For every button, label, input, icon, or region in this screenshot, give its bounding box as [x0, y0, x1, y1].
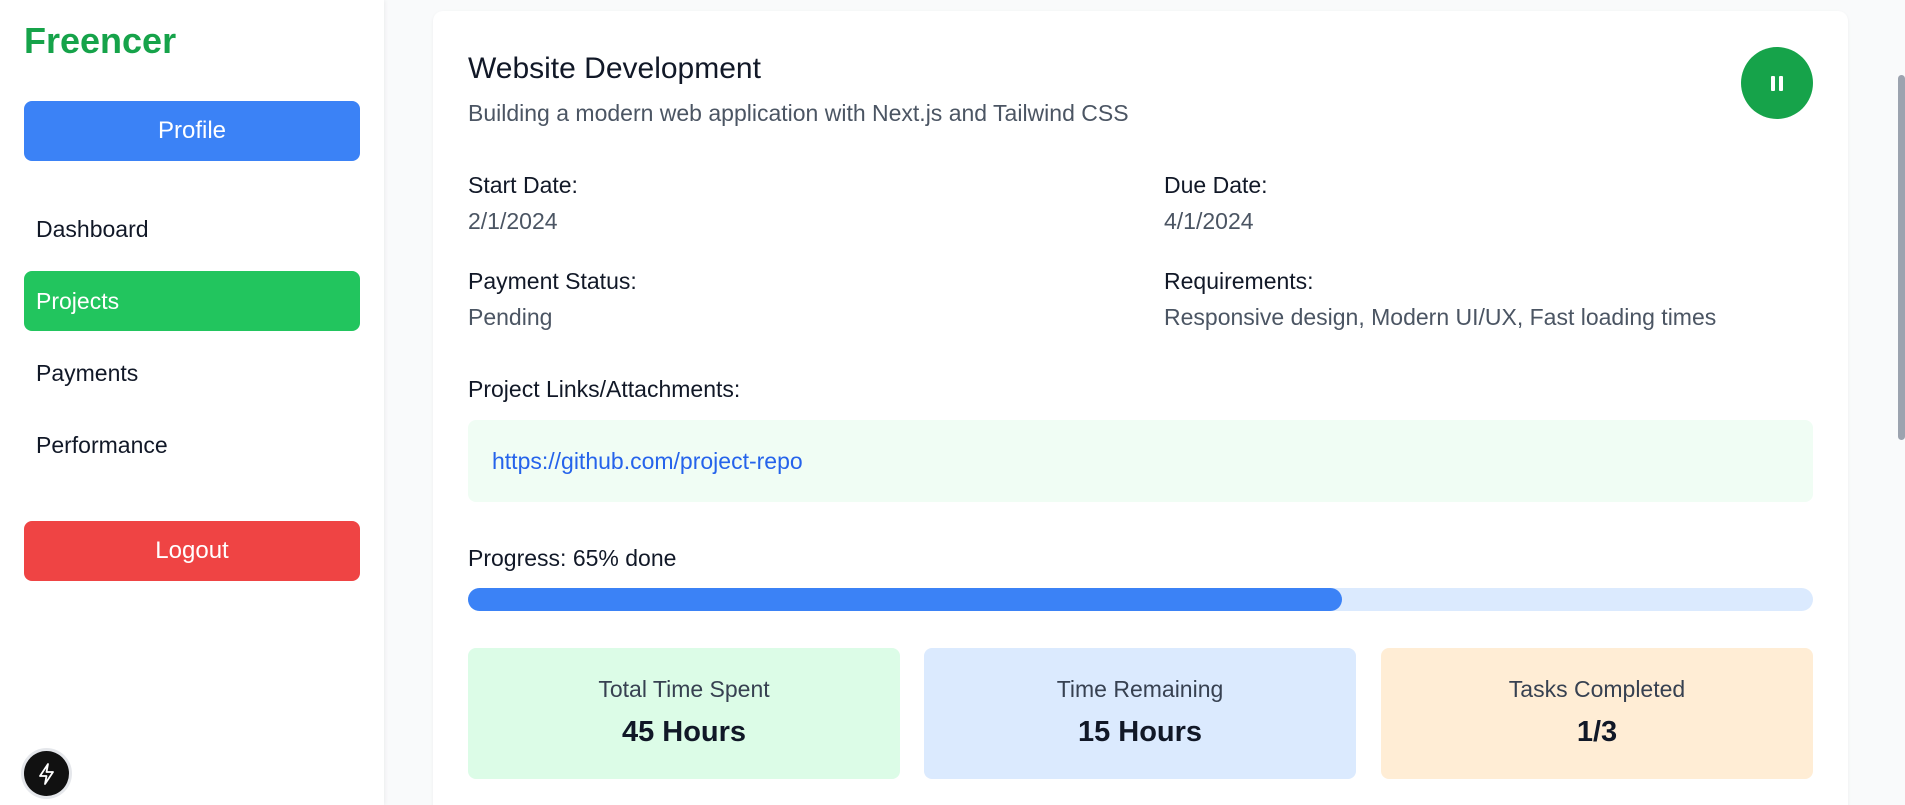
progress-label: Progress: 65% done: [468, 545, 677, 571]
pause-icon: [1771, 75, 1775, 91]
progress-bar: [468, 588, 1813, 611]
due-date-label: Due Date:: [1164, 172, 1268, 198]
project-link[interactable]: https://github.com/project-repo: [492, 448, 803, 475]
stat-label: Time Remaining: [1056, 676, 1224, 702]
project-links-label: Project Links/Attachments:: [468, 376, 741, 402]
profile-button[interactable]: Profile: [24, 101, 360, 161]
project-description: Building a modern web application with N…: [468, 100, 1129, 126]
payment-status-value: Pending: [468, 304, 553, 330]
stat-value: 1/3: [1576, 716, 1618, 748]
stat-value: 45 Hours: [621, 716, 747, 748]
requirements-value: Responsive design, Modern UI/UX, Fast lo…: [1164, 304, 1717, 330]
lightning-icon[interactable]: [24, 751, 69, 796]
project-title: Website Development: [468, 52, 761, 85]
progress-bar-fill: [468, 588, 1343, 611]
due-date-value: 4/1/2024: [1164, 208, 1254, 234]
logout-button[interactable]: Logout: [24, 521, 360, 581]
stat-card-tasks-completed: Tasks Completed 1/3: [1381, 648, 1813, 779]
scrollbar[interactable]: [1898, 75, 1905, 440]
stat-label: Total Time Spent: [598, 676, 770, 702]
start-date-value: 2/1/2024: [468, 208, 558, 234]
sidebar-item-payments[interactable]: Payments: [24, 343, 360, 403]
pause-button[interactable]: [1741, 47, 1813, 119]
requirements-label: Requirements:: [1164, 268, 1314, 294]
start-date-label: Start Date:: [468, 172, 578, 198]
sidebar-item-dashboard[interactable]: Dashboard: [24, 199, 360, 259]
payment-status-label: Payment Status:: [468, 268, 637, 294]
stat-card-time-spent: Total Time Spent 45 Hours: [468, 648, 900, 779]
sidebar-item-performance[interactable]: Performance: [24, 415, 360, 475]
brand-logo[interactable]: Freencer: [24, 20, 176, 62]
sidebar-item-projects[interactable]: Projects: [24, 271, 360, 331]
sidebar: Freencer Profile Dashboard Projects Paym…: [0, 0, 384, 805]
stat-card-time-remaining: Time Remaining 15 Hours: [924, 648, 1356, 779]
stat-value: 15 Hours: [1077, 716, 1203, 748]
stat-label: Tasks Completed: [1508, 676, 1686, 702]
